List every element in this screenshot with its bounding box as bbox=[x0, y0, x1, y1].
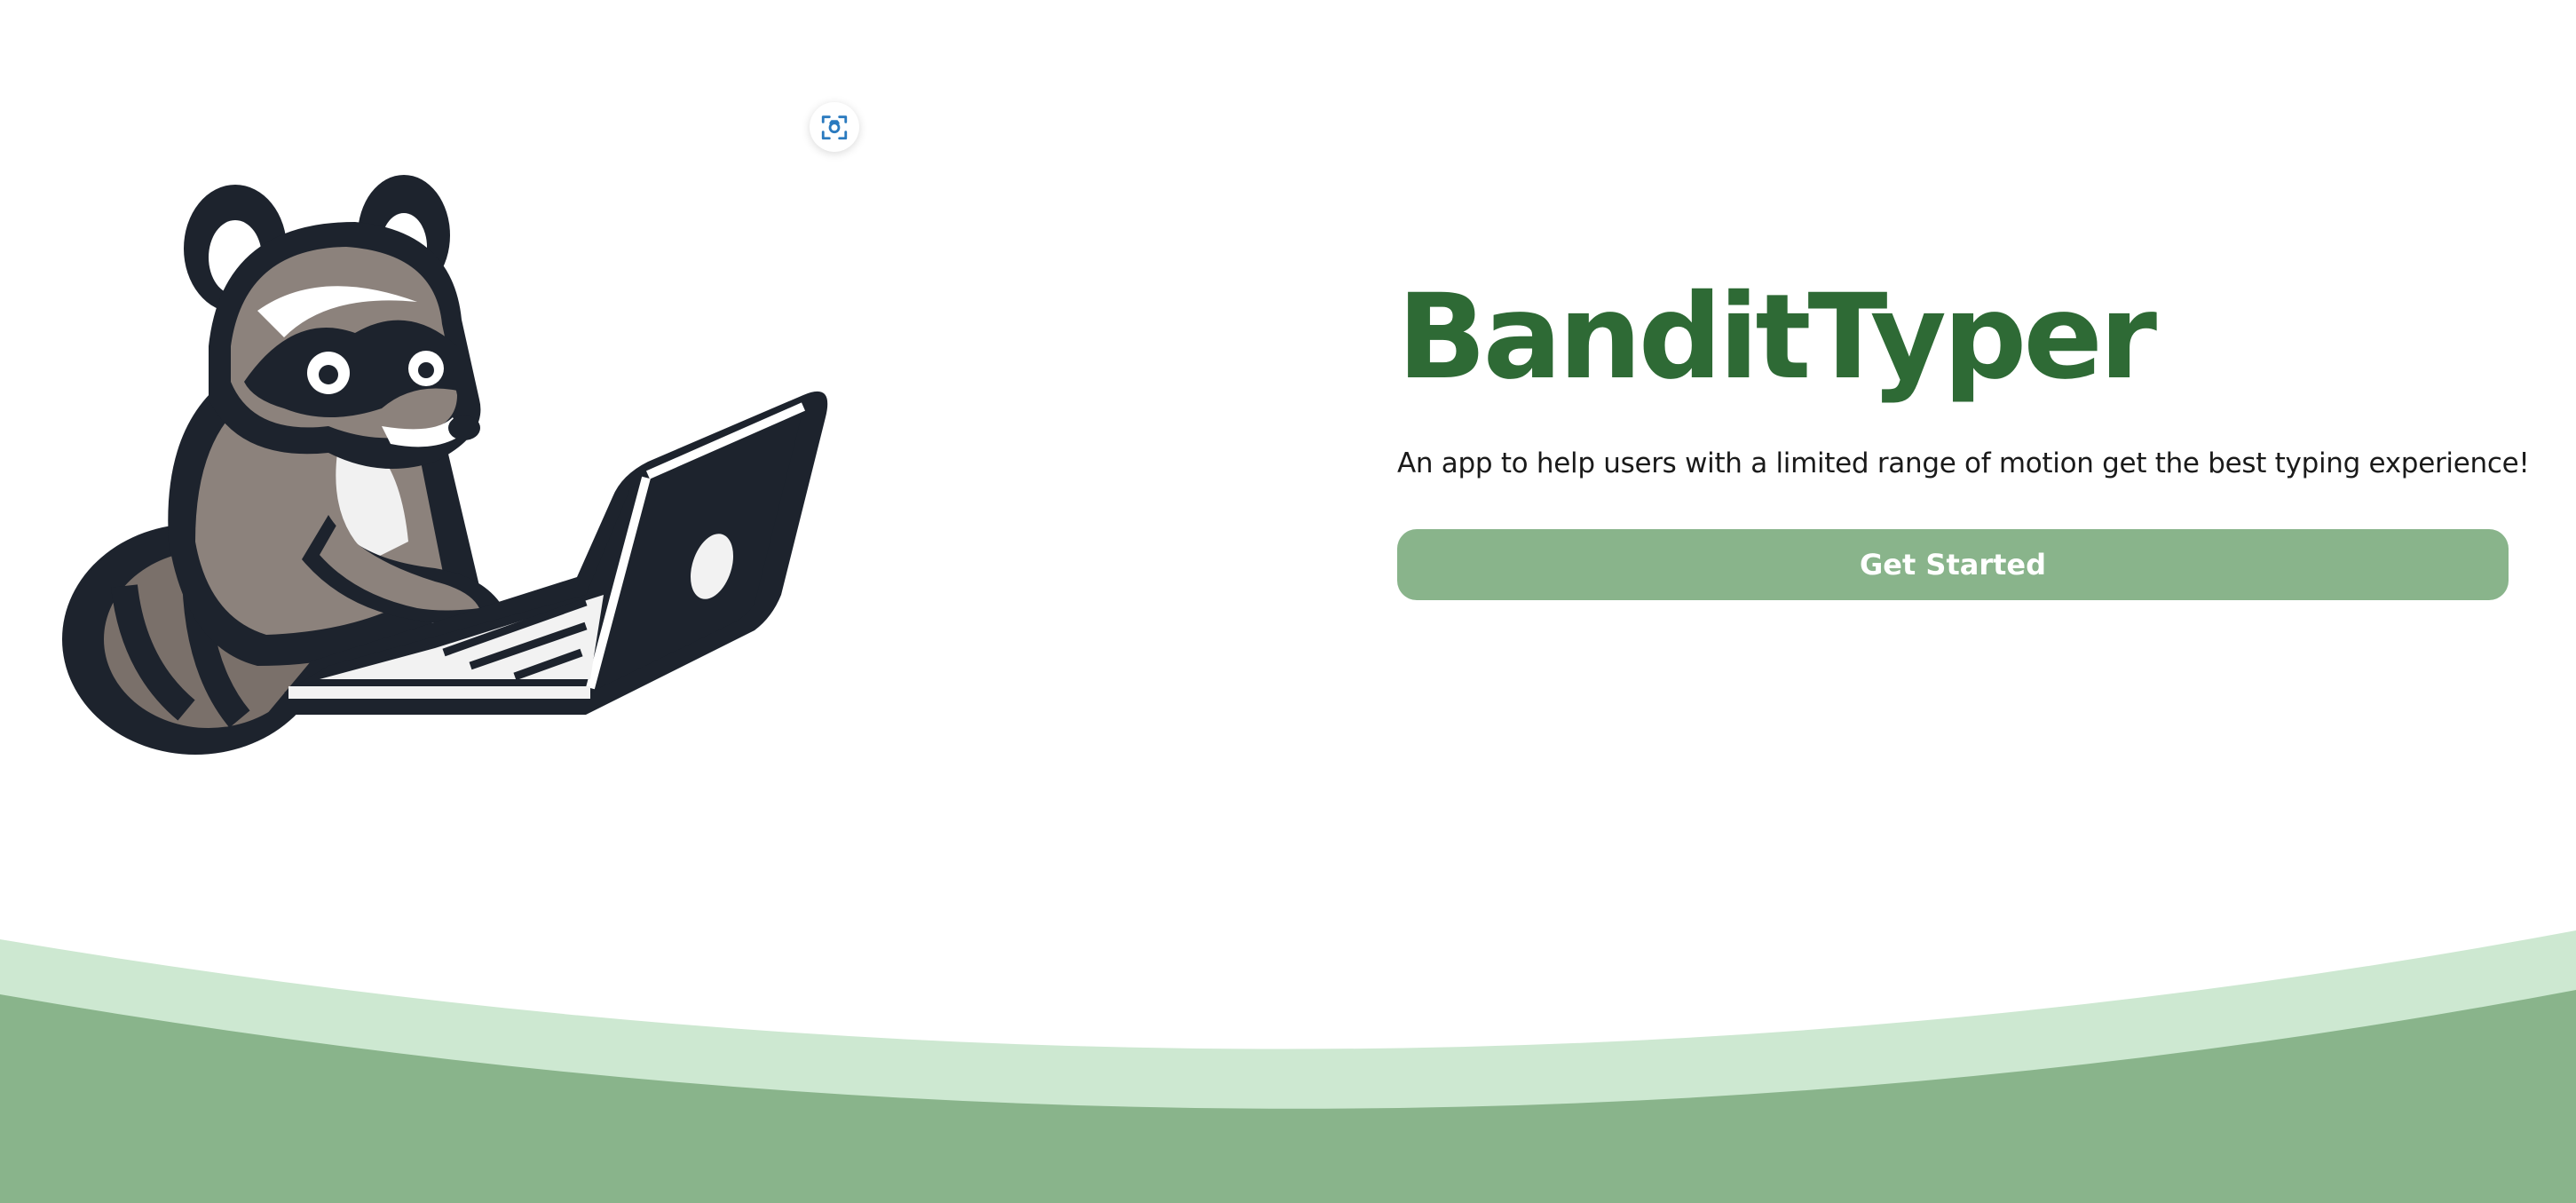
hero-section: BanditTyper An app to help users with a … bbox=[1397, 266, 2530, 600]
get-started-button[interactable]: Get Started bbox=[1397, 529, 2509, 600]
raccoon-laptop-illustration bbox=[62, 175, 828, 755]
landing-page: BanditTyper An app to help users with a … bbox=[0, 0, 2576, 1203]
app-title: BanditTyper bbox=[1397, 269, 2157, 406]
decorative-waves bbox=[0, 930, 2576, 1203]
app-tagline: An app to help users with a limited rang… bbox=[1397, 447, 2530, 479]
raccoon-head bbox=[184, 175, 481, 469]
scan-focus-icon bbox=[821, 115, 848, 140]
scan-button[interactable] bbox=[810, 102, 859, 152]
